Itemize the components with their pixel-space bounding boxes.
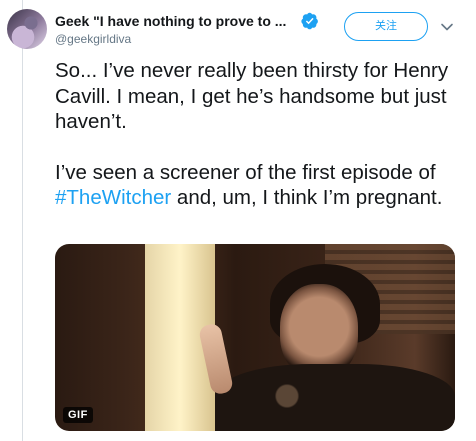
avatar[interactable] [7,9,47,49]
hashtag-link[interactable]: #TheWitcher [55,186,171,209]
verified-badge-icon [301,12,318,30]
user-handle[interactable]: @geekgirldiva [55,32,131,46]
gif-badge: GIF [63,407,93,423]
thread-divider [22,0,23,441]
tweet-text: So... I’ve never really been thirsty for… [55,58,460,211]
tweet-paragraph: So... I’ve never really been thirsty for… [55,59,449,133]
tweet-text-segment: and, um, I think I’m pregnant. [171,186,443,209]
tweet-paragraph: I’ve seen a screener of the first episod… [55,160,460,211]
display-name[interactable]: Geek "I have nothing to prove to ... [55,13,286,29]
gif-media[interactable]: GIF [55,244,455,431]
media-figure [215,364,455,431]
tweet-text-segment: I’ve seen a screener of the first episod… [55,160,436,184]
follow-button[interactable]: 关注 [344,12,428,41]
chevron-down-icon[interactable] [440,20,454,34]
